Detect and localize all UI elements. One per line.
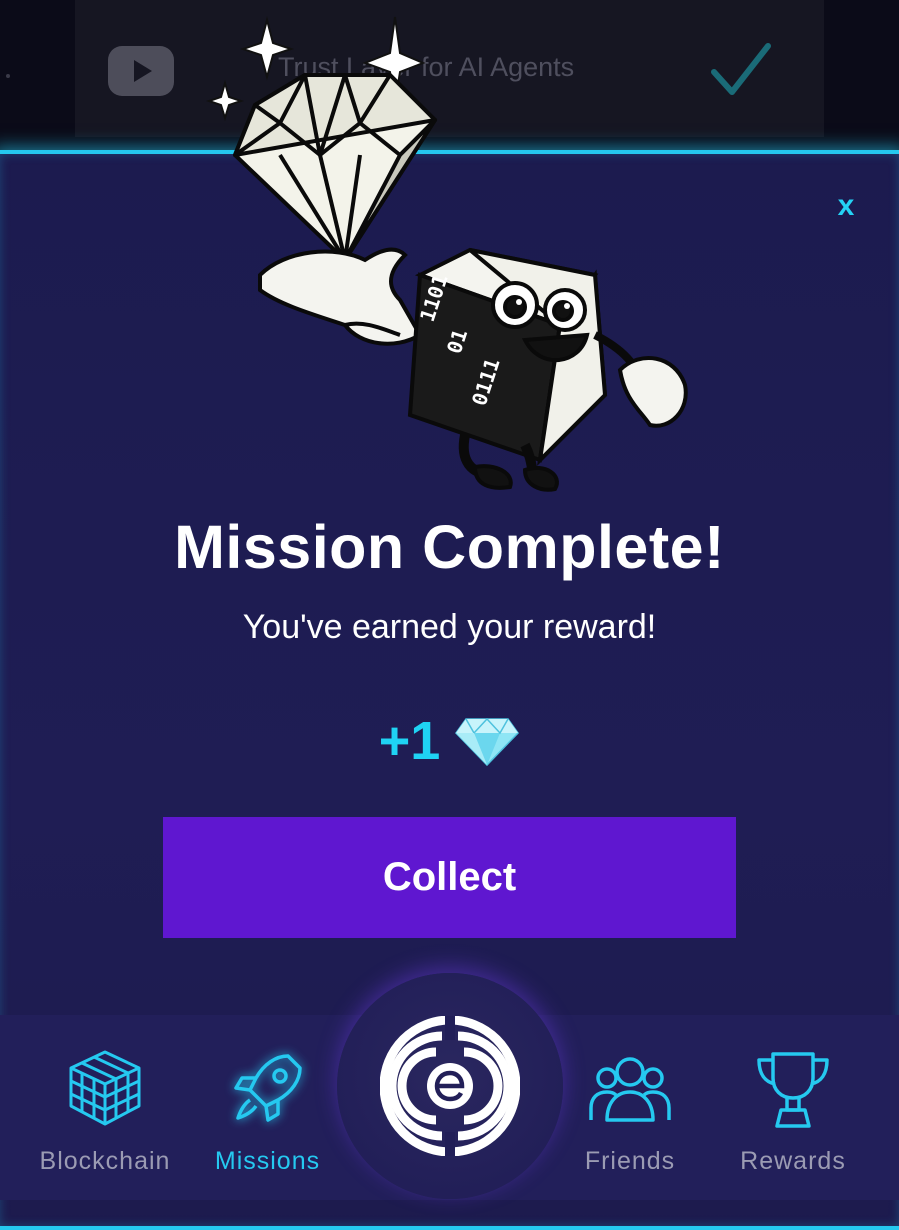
cube-mascot	[407, 247, 688, 492]
people-icon	[589, 1057, 671, 1122]
close-button[interactable]: x	[826, 186, 866, 226]
nav-label-friends: Friends	[584, 1147, 676, 1175]
nav-label-rewards: Rewards	[740, 1147, 846, 1175]
nav-item-missions[interactable]: Missions	[195, 1015, 340, 1200]
youtube-icon	[108, 46, 174, 96]
diamond-icon	[455, 717, 520, 767]
nav-label-blockchain: Blockchain	[39, 1147, 171, 1175]
brand-logo-icon[interactable]	[380, 1016, 520, 1156]
nav-item-rewards[interactable]: Rewards	[728, 1015, 858, 1200]
mascot-illustration: 1101 01 0111	[205, 16, 688, 492]
diamond-drawing	[233, 73, 437, 262]
mission-complete-subtitle: You've earned your reward!	[242, 608, 657, 646]
mission-complete-title: Mission Complete!	[174, 513, 725, 581]
hand-drawing	[258, 247, 423, 346]
nav-label-missions: Missions	[214, 1147, 321, 1175]
reward-row: +1	[0, 706, 899, 776]
collect-button[interactable]: Collect	[163, 817, 736, 938]
check-icon	[711, 43, 771, 95]
reward-amount: +1	[378, 711, 441, 771]
background-dot	[6, 74, 10, 78]
nav-item-friends[interactable]: Friends	[570, 1015, 690, 1200]
cube-grid-icon	[69, 1050, 141, 1126]
rocket-icon	[233, 1054, 302, 1122]
nav-item-blockchain[interactable]: Blockchain	[30, 1015, 180, 1200]
trophy-icon	[757, 1052, 829, 1128]
